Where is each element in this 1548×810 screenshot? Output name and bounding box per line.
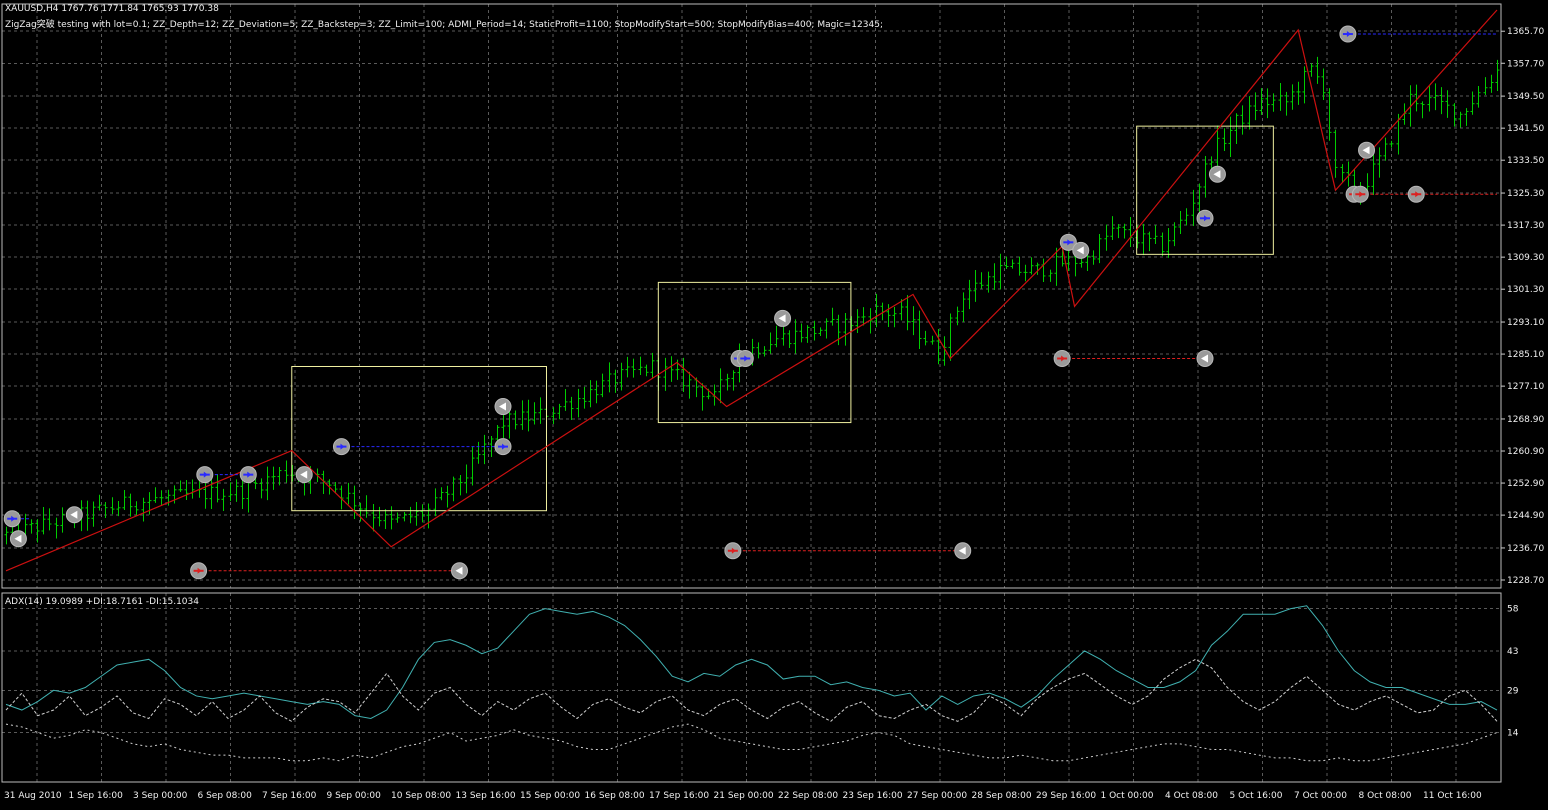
y-tick-label: 1341.50 [1507, 124, 1544, 134]
close-order-marker [1208, 165, 1226, 183]
close-order-marker [1358, 141, 1376, 159]
x-tick-label: 1 Oct 00:00 [1101, 791, 1154, 801]
indicator-y-tick-label: 43 [1507, 647, 1518, 657]
adx-indicator-label: ADX(14) 19.0989 +DI:18.7161 -DI:15.1034 [5, 597, 199, 607]
x-tick-label: 15 Sep 00:00 [520, 791, 580, 801]
y-tick-label: 1228.70 [1507, 576, 1544, 586]
buy-order-marker [332, 438, 350, 456]
y-tick-label: 1252.90 [1507, 479, 1544, 489]
y-tick-label: 1309.30 [1507, 253, 1544, 263]
y-tick-label: 1301.30 [1507, 285, 1544, 295]
x-tick-label: 23 Sep 16:00 [843, 791, 903, 801]
buy-order-marker [239, 466, 257, 484]
indicator-y-tick-label: 29 [1507, 686, 1519, 696]
x-tick-label: 31 Aug 2010 [4, 791, 62, 801]
buy-order-marker [1339, 25, 1357, 43]
y-tick-label: 1357.70 [1507, 59, 1544, 69]
close-order-marker [9, 530, 27, 548]
x-tick-label: 5 Oct 16:00 [1230, 791, 1283, 801]
close-order-marker [295, 466, 313, 484]
y-tick-label: 1260.90 [1507, 447, 1544, 457]
x-tick-label: 7 Sep 16:00 [262, 791, 317, 801]
x-tick-label: 13 Sep 16:00 [456, 791, 516, 801]
symbol-header: XAUUSD,H4 1767.76 1771.84 1765.93 1770.3… [5, 4, 219, 14]
x-tick-label: 10 Sep 08:00 [391, 791, 451, 801]
sell-order-marker [1053, 349, 1071, 367]
sell-order-marker [190, 562, 208, 580]
close-order-marker [774, 309, 792, 327]
y-tick-label: 1285.10 [1507, 350, 1544, 360]
sell-order-marker [1351, 185, 1369, 203]
x-tick-label: 1 Sep 16:00 [69, 791, 124, 801]
y-tick-label: 1236.70 [1507, 544, 1544, 554]
buy-order-marker [494, 438, 512, 456]
close-order-marker [65, 506, 83, 524]
y-tick-label: 1365.70 [1507, 27, 1544, 37]
close-order-marker [1196, 349, 1214, 367]
buy-order-marker [1196, 209, 1214, 227]
y-tick-label: 1268.90 [1507, 415, 1544, 425]
x-tick-label: 29 Sep 16:00 [1036, 791, 1096, 801]
x-tick-label: 7 Oct 00:00 [1294, 791, 1347, 801]
x-tick-label: 28 Sep 08:00 [972, 791, 1032, 801]
x-tick-label: 16 Sep 08:00 [585, 791, 645, 801]
chart-canvas[interactable]: 1365.70 1357.70 1349.50 1341.50 1333.50 1325.… [0, 0, 1548, 806]
y-tick-label: 1317.30 [1507, 221, 1544, 231]
y-tick-label: 1349.50 [1507, 92, 1544, 102]
x-tick-label: 17 Sep 16:00 [649, 791, 709, 801]
x-tick-label: 4 Oct 08:00 [1165, 791, 1218, 801]
close-order-marker [1072, 241, 1090, 259]
close-order-marker [451, 562, 469, 580]
sell-order-marker [1407, 185, 1425, 203]
buy-order-marker [736, 349, 754, 367]
sell-order-marker [724, 542, 742, 560]
x-tick-label: 11 Oct 16:00 [1423, 791, 1482, 801]
y-tick-label: 1293.10 [1507, 318, 1544, 328]
x-tick-label: 22 Sep 08:00 [778, 791, 838, 801]
x-tick-label: 8 Oct 08:00 [1359, 791, 1412, 801]
x-tick-label: 9 Sep 00:00 [327, 791, 382, 801]
buy-order-marker [196, 466, 214, 484]
ea-parameters-header: ZigZag突破 testing with lot=0.1; ZZ_Depth=… [5, 20, 883, 30]
indicator-y-tick-label: 14 [1507, 729, 1519, 739]
close-order-marker [494, 398, 512, 416]
y-tick-label: 1244.90 [1507, 511, 1544, 521]
buy-order-marker [3, 510, 21, 528]
y-tick-label: 1277.10 [1507, 382, 1544, 392]
y-tick-label: 1325.30 [1507, 189, 1544, 199]
close-order-marker [954, 542, 972, 560]
x-tick-label: 21 Sep 00:00 [714, 791, 774, 801]
chart-background [0, 0, 1548, 806]
y-tick-label: 1333.50 [1507, 156, 1544, 166]
indicator-y-tick-label: 58 [1507, 605, 1519, 615]
x-tick-label: 27 Sep 00:00 [907, 791, 967, 801]
chart-window: 1365.70 1357.70 1349.50 1341.50 1333.50 1325.… [0, 0, 1548, 806]
x-tick-label: 6 Sep 08:00 [198, 791, 253, 801]
x-tick-label: 3 Sep 00:00 [133, 791, 188, 801]
